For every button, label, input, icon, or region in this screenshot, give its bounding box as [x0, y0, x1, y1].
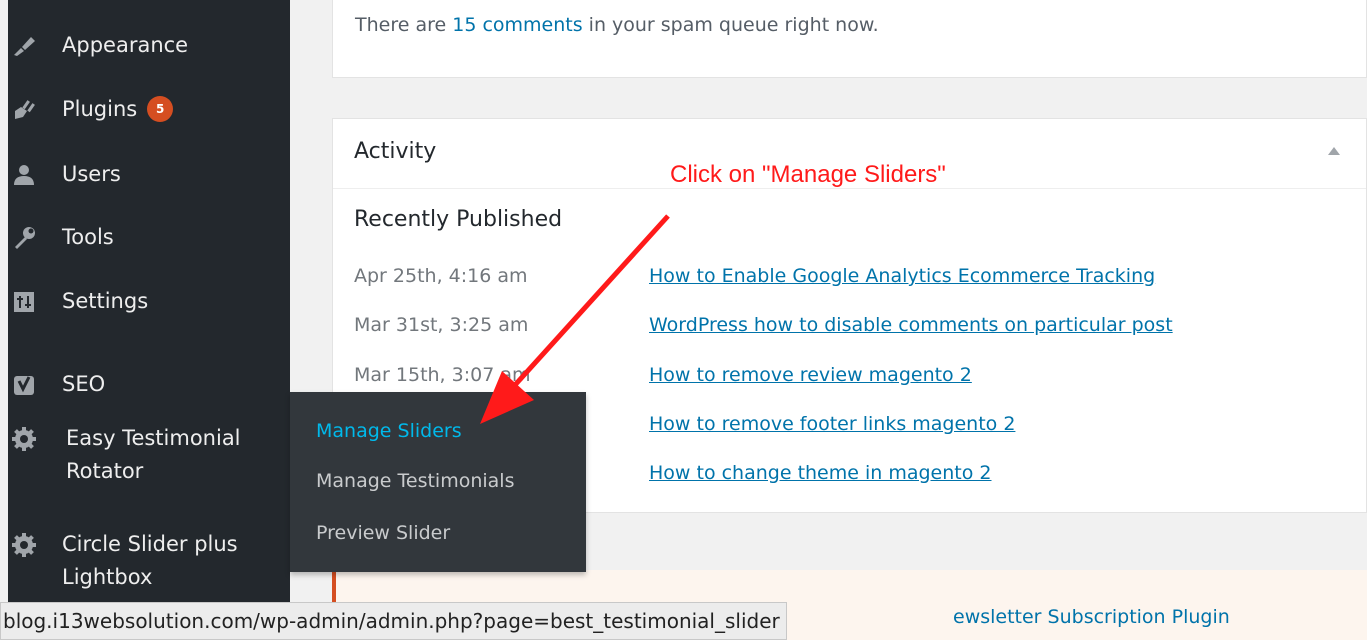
- sidebar-item-label-line2: Lightbox: [62, 565, 153, 589]
- activity-title: Activity: [354, 139, 437, 164]
- post-date: Mar 31st, 3:25 am: [354, 314, 529, 336]
- post-title-link[interactable]: How to remove review magento 2: [649, 364, 972, 386]
- spam-queue-box: There are 15 comments in your spam queue…: [332, 0, 1367, 78]
- sidebar-item-seo[interactable]: SEO: [8, 369, 290, 405]
- sidebar-item-easy-testimonial-rotator[interactable]: Easy Testimonial Rotator: [8, 423, 290, 489]
- post-title-link[interactable]: WordPress how to disable comments on par…: [649, 314, 1173, 336]
- yoast-icon: [8, 369, 40, 401]
- post-title-link[interactable]: How to Enable Google Analytics Ecommerce…: [649, 265, 1155, 287]
- sidebar-item-users[interactable]: Users: [8, 159, 290, 195]
- update-count-badge: 5: [147, 96, 174, 122]
- wrench-icon: [8, 222, 40, 254]
- sidebar-item-label-line2: Rotator: [66, 459, 144, 483]
- sidebar-item-plugins[interactable]: Plugins 5: [8, 94, 290, 130]
- notice-link[interactable]: ewsletter Subscription Plugin: [953, 606, 1230, 628]
- gear-icon: [8, 529, 40, 561]
- submenu-preview-slider[interactable]: Preview Slider: [316, 522, 450, 544]
- sidebar-item-label: Users: [62, 162, 121, 186]
- spam-prefix: There are: [355, 14, 453, 36]
- gear-icon: [8, 423, 40, 455]
- submenu-manage-testimonials[interactable]: Manage Testimonials: [316, 470, 514, 492]
- submenu-manage-sliders[interactable]: Manage Sliders: [316, 420, 462, 442]
- paintbrush-icon: [8, 30, 40, 62]
- sidebar-item-label: Plugins: [62, 97, 138, 121]
- post-title-link[interactable]: How to change theme in magento 2: [649, 462, 992, 484]
- recently-published-heading: Recently Published: [354, 207, 563, 232]
- list-item: Mar 31st, 3:25 am WordPress how to disab…: [333, 314, 1366, 346]
- sidebar-item-label: Circle Slider plus: [62, 532, 238, 556]
- spam-suffix: in your spam queue right now.: [582, 14, 879, 36]
- sidebar-item-appearance[interactable]: Appearance: [8, 30, 290, 66]
- list-item: Apr 25th, 4:16 am How to Enable Google A…: [333, 265, 1366, 297]
- post-date: Apr 25th, 4:16 am: [354, 265, 528, 287]
- sidebar-item-circle-slider[interactable]: Circle Slider plus Lightbox: [8, 529, 290, 595]
- testimonial-submenu: Manage Sliders Manage Testimonials Previ…: [290, 392, 586, 572]
- sidebar-item-label: Appearance: [62, 33, 189, 57]
- plugin-icon: [8, 94, 40, 126]
- admin-sidebar: Appearance Plugins 5 Users Tools Settings…: [8, 0, 290, 640]
- sidebar-item-settings[interactable]: Settings: [8, 286, 290, 322]
- sidebar-item-label: Easy Testimonial: [66, 426, 241, 450]
- users-icon: [8, 159, 40, 191]
- sidebar-item-label: SEO: [62, 372, 106, 396]
- sidebar-item-label: Tools: [62, 225, 114, 249]
- post-title-link[interactable]: How to remove footer links magento 2: [649, 413, 1015, 435]
- post-date: Mar 15th, 3:07 am: [354, 364, 531, 386]
- sidebar-item-label: Settings: [62, 289, 149, 313]
- sidebar-item-tools[interactable]: Tools: [8, 222, 290, 258]
- status-bar-url: blog.i13websolution.com/wp-admin/admin.p…: [0, 602, 787, 640]
- collapse-arrow-icon[interactable]: [1328, 147, 1340, 155]
- annotation-text: Click on "Manage Sliders": [670, 161, 946, 188]
- settings-icon: [8, 286, 40, 318]
- spam-queue-text: There are 15 comments in your spam queue…: [355, 14, 879, 36]
- spam-comments-link[interactable]: 15 comments: [452, 14, 582, 36]
